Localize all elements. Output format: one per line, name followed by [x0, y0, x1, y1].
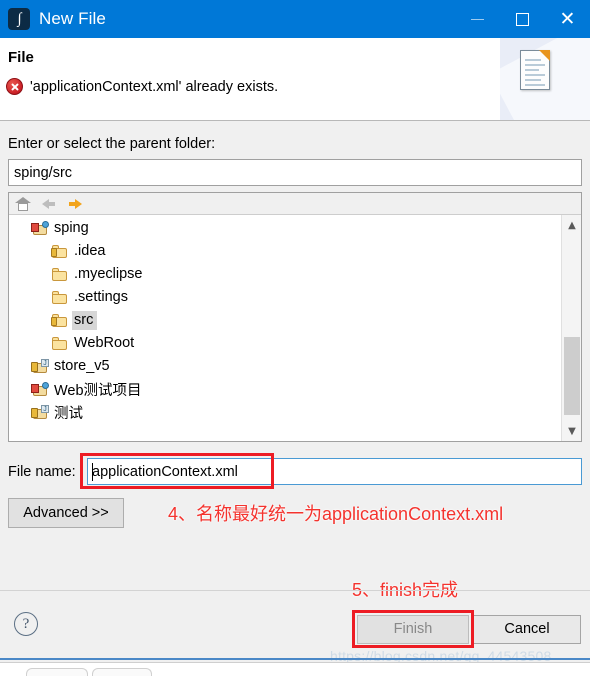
- page-title: File: [8, 49, 34, 66]
- error-message: 'applicationContext.xml' already exists.: [30, 78, 279, 95]
- tree-item[interactable]: WebRoot: [9, 332, 561, 355]
- finish-button[interactable]: Finish: [357, 615, 469, 644]
- tree-list: sping .idea .myeclipse .settings src WebRoot J…: [9, 217, 561, 424]
- window-controls: ✕: [455, 0, 590, 38]
- tree-item-label: .settings: [74, 289, 128, 305]
- maximize-button[interactable]: [500, 0, 545, 38]
- folder-tree-panel: sping .idea .myeclipse .settings src WebRoot J…: [8, 192, 582, 442]
- advanced-button[interactable]: Advanced >>: [8, 498, 124, 528]
- tree-item-label: src: [72, 311, 98, 330]
- scrollbar-thumb[interactable]: [564, 337, 580, 415]
- tree-item-label: Web测试项目: [54, 382, 142, 399]
- folder-icon: [51, 267, 69, 283]
- annotation-step-5: 5、finish完成: [352, 580, 459, 600]
- cancel-button[interactable]: Cancel: [473, 615, 581, 644]
- file-name-label: File name:: [8, 464, 76, 480]
- folder-locked-icon: [51, 313, 69, 329]
- project-java-icon: J: [31, 404, 49, 421]
- tree-item[interactable]: .myeclipse: [9, 263, 561, 286]
- close-button[interactable]: ✕: [545, 0, 590, 38]
- document-icon: [520, 50, 550, 90]
- tree-item[interactable]: Web测试项目: [9, 378, 561, 401]
- tree-item[interactable]: src: [9, 309, 561, 332]
- new-file-dialog: ∫ New File ✕ File 'applicationContext.xm…: [0, 0, 590, 676]
- home-icon[interactable]: [15, 196, 31, 212]
- tree-item[interactable]: .settings: [9, 286, 561, 309]
- parent-folder-input[interactable]: [8, 159, 582, 186]
- tree-item-label: store_v5: [54, 358, 110, 374]
- tree-toolbar: [9, 193, 581, 215]
- project-icon: [31, 381, 49, 398]
- tree-item-label: .idea: [74, 243, 106, 259]
- tree-body: sping .idea .myeclipse .settings src WebRoot J…: [9, 215, 581, 441]
- tree-item[interactable]: sping: [9, 217, 561, 240]
- file-name-input[interactable]: [87, 458, 582, 485]
- minimize-icon: [471, 18, 484, 20]
- minimize-button[interactable]: [455, 0, 500, 38]
- header-artwork: [500, 38, 590, 120]
- forward-arrow-icon[interactable]: [67, 196, 83, 212]
- chevron-down-icon[interactable]: ▼: [562, 421, 581, 441]
- myeclipse-icon: ∫: [8, 8, 30, 30]
- tree-scrollbar[interactable]: ▲ ▼: [561, 215, 581, 441]
- tree-item-label: WebRoot: [74, 335, 135, 351]
- tree-item-label: .myeclipse: [74, 266, 143, 282]
- error-message-row: 'applicationContext.xml' already exists.: [6, 78, 278, 95]
- tree-item-label: 测试: [54, 405, 83, 422]
- bottom-accent-line: [0, 658, 590, 660]
- background-tab-1: [26, 668, 88, 676]
- tree-item-label: sping: [54, 220, 89, 236]
- tree-item[interactable]: J 测试: [9, 401, 561, 424]
- window-title: New File: [39, 9, 106, 28]
- tree-item[interactable]: Jstore_v5: [9, 355, 561, 378]
- help-icon[interactable]: ?: [14, 612, 38, 636]
- annotation-step-4: 4、名称最好统一为applicationContext.xml: [168, 504, 504, 524]
- project-java-icon: J: [31, 358, 49, 375]
- title-bar: ∫ New File ✕: [0, 0, 590, 38]
- background-tab-2: [92, 668, 152, 676]
- bottom-strip: [0, 662, 590, 676]
- tree-item[interactable]: .idea: [9, 240, 561, 263]
- folder-icon: [51, 290, 69, 306]
- parent-folder-label: Enter or select the parent folder:: [8, 136, 216, 152]
- folder-locked-icon: [51, 244, 69, 260]
- back-arrow-icon[interactable]: [41, 196, 57, 212]
- project-icon: [31, 220, 49, 237]
- dialog-header: File 'applicationContext.xml' already ex…: [0, 38, 590, 121]
- chevron-up-icon[interactable]: ▲: [562, 215, 581, 235]
- maximize-icon: [516, 12, 529, 26]
- text-caret: [92, 463, 93, 481]
- close-icon: ✕: [559, 7, 576, 30]
- folder-icon: [51, 336, 69, 352]
- footer-separator: [0, 590, 590, 591]
- error-icon: [6, 78, 23, 95]
